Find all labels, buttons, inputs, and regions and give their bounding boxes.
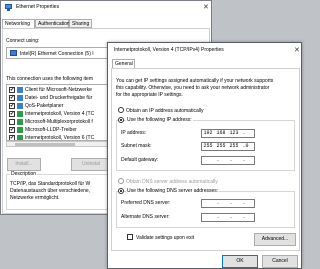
network-icon [5,4,13,11]
checkbox-checked-icon[interactable]: ✔ [9,95,15,101]
intro-line: You can get IP settings assigned automat… [116,78,274,84]
tab-sharing[interactable]: Sharing [69,19,92,28]
adapter-name: Intel(R) Ethernet Connection (5) I [20,51,94,57]
protocol-icon [17,119,23,125]
obtain-ip-auto-label: Obtain an IP address automatically [126,108,204,114]
list-item-label: Microsoft-Multiplexorprotokoll f [25,119,93,125]
ip-octet: 192 [203,130,213,136]
title-bar: Ethernet Properties ✕ [1,1,211,15]
cancel-button[interactable]: Cancel [262,255,298,268]
ok-button[interactable]: OK [222,255,258,268]
install-button[interactable]: Install... [7,158,41,171]
service-icon [17,103,23,109]
validate-checkbox[interactable] [127,234,133,240]
ip-octet: 168 [216,130,226,136]
close-icon[interactable]: ✕ [203,3,209,11]
adapter-icon [10,50,17,56]
alternate-dns-field[interactable]: ... [201,213,255,222]
list-item-label: Client für Microsoft-Netzwerke [25,87,92,93]
list-item-label: Internetprotokoll, Version 4 (TC [25,111,95,117]
checkbox-checked-icon[interactable]: ✔ [9,87,15,93]
client-icon [17,87,23,93]
connect-using-label: Connect using: [6,38,40,44]
default-gateway-label: Default gateway: [121,157,159,163]
ipv4-properties-dialog: Internetprotokoll, Version 4 (TCP/IPv4) … [107,42,302,269]
radio-use-following-dns[interactable] [118,188,124,194]
radio-obtain-dns-auto[interactable] [118,178,124,184]
use-following-dns-label: Use the following DNS server addresses: [126,188,220,194]
subnet-mask-field[interactable]: 255 . 255 . 255 . 0 [201,142,255,151]
uninstall-button[interactable]: Uninstal [71,158,111,171]
ip-octet: 255 [216,143,226,149]
description-label: Description [10,171,38,177]
intro-line: for the appropriate IP settings. [116,92,183,98]
use-following-ip-label: Use the following IP address: [126,117,193,123]
tab-authentication[interactable]: Authentication [35,19,70,28]
ip-octet: 123 [229,130,239,136]
validate-label: Validate settings upon exit [136,235,195,241]
scroll-thumb[interactable] [15,143,75,146]
items-list: ✔ Client für Microsoft-Netzwerke ✔ Datei… [6,84,114,141]
list-item-label: QoS-Paketplaner [25,103,64,109]
ip-address-field[interactable]: 192 . 168 . 123 . [201,129,255,138]
protocol-icon [17,127,23,133]
ip-octet: 255 [229,143,239,149]
list-item-label: Datei- und Druckerfreigabe für [25,95,93,101]
close-icon[interactable]: ✕ [294,46,300,54]
subnet-mask-label: Subnet mask: [121,143,152,149]
obtain-dns-auto-label: Obtain DNS server address automatically [126,179,218,185]
list-item-label: Microsoft-LLDP-Treiber [25,127,77,133]
intro-line: this capability. Otherwise, you need to … [116,85,270,91]
radio-obtain-ip-auto[interactable] [118,107,124,113]
preferred-dns-field[interactable]: ... [201,199,255,208]
service-icon [17,95,23,101]
adapter-field: Intel(R) Ethernet Connection (5) I [6,47,114,59]
default-gateway-field[interactable]: ... [201,156,255,165]
window-title: Ethernet Properties [16,4,60,10]
items-label: This connection uses the following item [6,76,93,82]
checkbox-checked-icon[interactable]: ✔ [9,111,15,117]
title-bar: Internetprotokoll, Version 4 (TCP/IPv4) … [108,43,301,57]
ip-address-label: IP address: [121,130,147,136]
radio-use-following-ip[interactable] [118,117,124,123]
checkbox-checked-icon[interactable]: ✔ [9,127,15,133]
ip-octet: 0 [245,143,249,149]
horizontal-scrollbar[interactable] [6,141,114,147]
ip-octet: 255 [203,143,213,149]
dns-group [116,191,295,228]
advanced-button[interactable]: Advanced... [254,233,296,246]
description-line: Netzwerke ermöglicht. [10,195,60,201]
checkbox-unchecked-icon[interactable] [9,119,15,125]
preferred-dns-label: Preferred DNS server: [121,200,171,206]
dialog-title: Internetprotokoll, Version 4 (TCP/IPv4) … [114,47,224,53]
alternate-dns-label: Alternate DNS server: [121,214,170,220]
protocol-icon [17,111,23,117]
description-line: TCP/IP, das Standardprotokoll für W [10,181,91,187]
description-line: Datenaustausch über verschiedene, [10,188,91,194]
checkbox-checked-icon[interactable]: ✔ [9,103,15,109]
